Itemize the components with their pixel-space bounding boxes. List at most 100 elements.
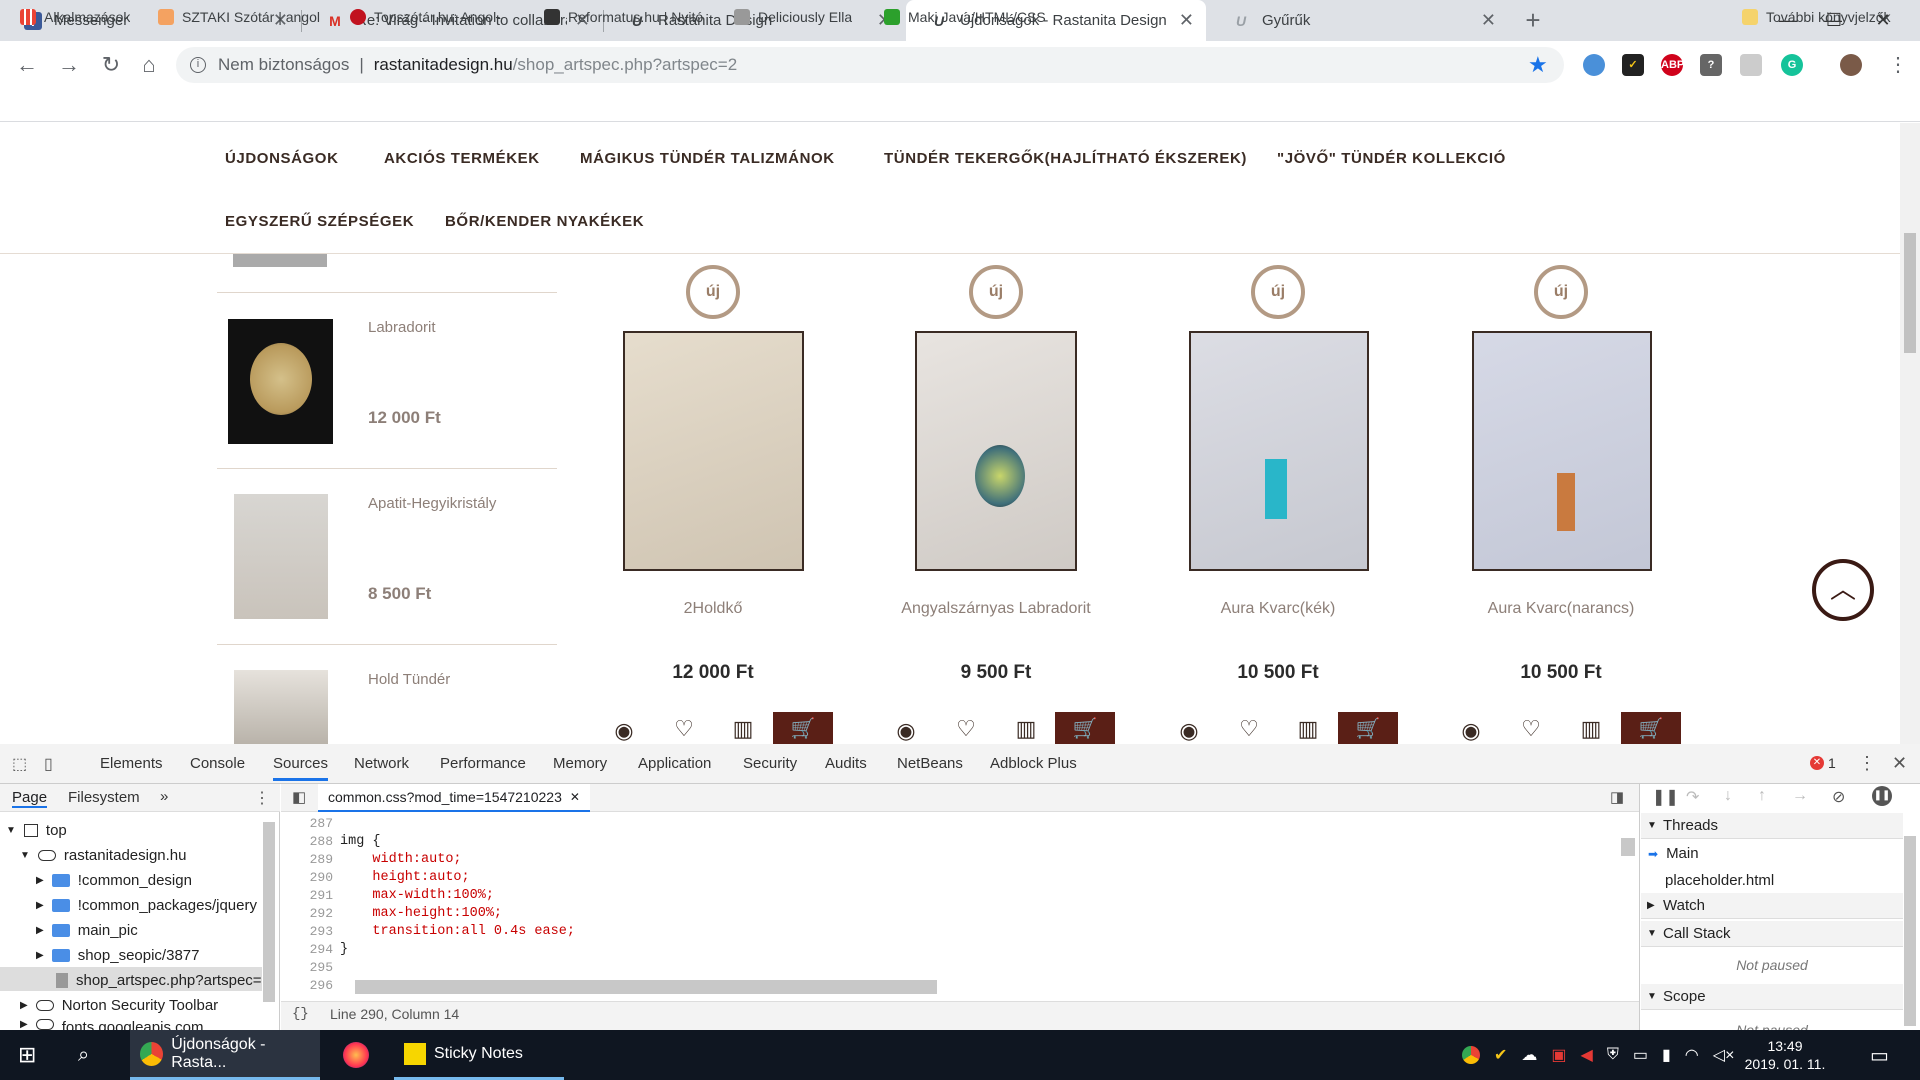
devtools-tab-security[interactable]: Security [743, 755, 797, 772]
step-into-icon[interactable]: ↓ [1724, 787, 1732, 805]
callstack-section-header[interactable]: ▼ Call Stack [1641, 921, 1903, 947]
sidebar-product-name[interactable]: Apatit-Hegyikristály [368, 495, 496, 512]
wifi-icon[interactable]: ◠ [1685, 1045, 1699, 1065]
error-counter[interactable]: ✕ 1 [1810, 755, 1836, 771]
add-to-cart-button[interactable]: 🛒 [773, 712, 833, 746]
product-image-aura-kek[interactable] [1189, 331, 1369, 571]
tree-item-fonts[interactable]: ▶ fonts.googleapis.com [20, 1019, 203, 1030]
battery-icon[interactable]: ▮ [1662, 1045, 1671, 1065]
sidebar-product-name[interactable]: Labradorit [368, 319, 436, 336]
record-icon[interactable]: ▣ [1551, 1045, 1566, 1065]
code-line[interactable]: img { [340, 834, 381, 849]
navigator-tab-filesystem[interactable]: Filesystem [68, 789, 140, 806]
tab-gyuruk[interactable]: U Gyűrűk ✕ [1208, 0, 1508, 41]
navigator-tab-page[interactable]: Page [12, 789, 48, 808]
navigator-menu-icon[interactable]: ⋮ [254, 788, 270, 808]
threads-section-header[interactable]: ▼ Threads [1641, 813, 1903, 839]
other-bookmarks[interactable]: További könyvjelzők [1742, 6, 1891, 28]
bookmark-star-icon[interactable]: ★ [1528, 52, 1548, 78]
editor-vscrollbar[interactable] [1621, 838, 1635, 856]
pause-exceptions-icon[interactable]: ❚❚ [1872, 786, 1892, 806]
taskbar-chrome[interactable]: Újdonságok - Rasta... [130, 1030, 320, 1080]
volume-icon[interactable]: ◁× [1713, 1045, 1735, 1065]
code-line[interactable]: transition:all 0.4s ease; [340, 924, 575, 939]
code-line[interactable]: width:auto; [340, 852, 461, 867]
nav-bor-kender[interactable]: BŐR/KENDER NYAKÉKEK [445, 213, 644, 230]
adblock-extension-icon[interactable]: ABP [1661, 54, 1684, 76]
sidebar-thumbnail[interactable] [234, 494, 328, 619]
add-to-cart-button[interactable]: 🛒 [1055, 712, 1115, 746]
nav-akcios[interactable]: AKCIÓS TERMÉKEK [384, 150, 540, 167]
compare-chart-icon[interactable]: ▥ [1576, 716, 1606, 742]
tree-item-folder[interactable]: ▶ main_pic [36, 922, 138, 939]
bookmark-reformatus[interactable]: Reformatus.hu | Nyitó [544, 6, 714, 28]
profile-avatar[interactable] [1840, 54, 1862, 76]
code-line[interactable]: max-width:100%; [340, 888, 494, 903]
start-button[interactable]: ⊞ [18, 1030, 36, 1080]
devtools-tab-application[interactable]: Application [638, 755, 711, 772]
devtools-tab-network[interactable]: Network [354, 755, 409, 772]
toggle-debugger-icon[interactable]: ◨ [1610, 788, 1624, 806]
watch-section-header[interactable]: ▶ Watch [1641, 893, 1903, 919]
device-toolbar-icon[interactable]: ▯ [44, 754, 53, 774]
info-icon[interactable]: i [190, 57, 206, 73]
product-image-aura-narancs[interactable] [1472, 331, 1652, 571]
pretty-print-icon[interactable]: {} [292, 1006, 309, 1022]
shield-extension-icon[interactable] [1740, 54, 1762, 76]
nav-tekergok[interactable]: TÜNDÉR TEKERGŐK(HAJLÍTHATÓ ÉKSZEREK) [884, 150, 1247, 167]
devtools-tab-audits[interactable]: Audits [825, 755, 867, 772]
chrome-tray-icon[interactable] [1462, 1046, 1480, 1064]
compare-chart-icon[interactable]: ▥ [1011, 716, 1041, 742]
devtools-tab-performance[interactable]: Performance [440, 755, 526, 772]
wishlist-heart-icon[interactable]: ♡ [669, 716, 699, 742]
navigator-more[interactable]: » [160, 788, 168, 805]
taskbar-firefox[interactable] [338, 1030, 374, 1080]
devtools-menu-icon[interactable]: ⋮ [1858, 753, 1876, 774]
product-name[interactable]: Angyalszárnyas Labradorit [866, 600, 1126, 618]
speaker-muted-icon[interactable]: ◀ [1581, 1045, 1593, 1065]
notifications-icon[interactable]: ▭ [1870, 1030, 1889, 1080]
tree-item-folder[interactable]: ▶ shop_seopic/3877 [36, 947, 199, 964]
wishlist-heart-icon[interactable]: ♡ [951, 716, 981, 742]
devtools-tab-elements[interactable]: Elements [100, 755, 163, 772]
nav-ujdonsagok[interactable]: ÚJDONSÁGOK [225, 150, 339, 167]
bookmark-deliciously-ella[interactable]: Deliciously Ella [734, 6, 852, 28]
tree-item-top[interactable]: ▼ top [6, 822, 67, 839]
scrollbar-thumb[interactable] [1904, 233, 1916, 353]
bookmark-sztaki[interactable]: SZTAKI Szótár | angol [158, 6, 328, 28]
tree-item-domain[interactable]: ▼ rastanitadesign.hu [20, 847, 187, 864]
view-eye-icon[interactable]: ◉ [891, 718, 921, 744]
product-image-2holdko[interactable] [623, 331, 804, 571]
wishlist-heart-icon[interactable]: ♡ [1234, 716, 1264, 742]
nav-magikus[interactable]: MÁGIKUS TÜNDÉR TALIZMÁNOK [580, 150, 835, 167]
editor-hscrollbar[interactable] [355, 980, 937, 994]
view-eye-icon[interactable]: ◉ [1174, 718, 1204, 744]
inspect-element-icon[interactable]: ⬚ [12, 754, 27, 774]
display-icon[interactable]: ▭ [1633, 1045, 1648, 1065]
code-line[interactable]: } [340, 942, 348, 957]
menu-icon[interactable]: ⋮ [1888, 52, 1908, 77]
view-eye-icon[interactable]: ◉ [609, 718, 639, 744]
tree-item-file[interactable]: shop_artspec.php?artspec=2 [56, 972, 262, 989]
editor-file-tab[interactable]: common.css?mod_time=1547210223 ✕ [318, 784, 590, 812]
tree-item-folder[interactable]: ▶ !common_packages/jquery [36, 897, 257, 914]
page-scrollbar[interactable] [1900, 123, 1920, 744]
security-shield-icon[interactable]: ⛨ [1607, 1046, 1619, 1064]
norton-tray-icon[interactable]: ✔ [1494, 1045, 1507, 1065]
grammarly-extension-icon[interactable]: G [1781, 54, 1803, 76]
step-icon[interactable]: → [1792, 787, 1808, 805]
devtools-close-icon[interactable]: ✕ [1892, 753, 1907, 774]
cloud-extension-icon[interactable] [1583, 54, 1605, 76]
new-tab-button[interactable]: + [1518, 6, 1548, 36]
help-extension-icon[interactable]: ? [1700, 54, 1722, 76]
close-icon[interactable]: ✕ [1179, 10, 1194, 31]
sidebar-product-name[interactable]: Hold Tündér [368, 671, 450, 688]
url-display[interactable]: i Nem biztonságos | rastanitadesign.hu /… [190, 55, 737, 75]
onedrive-icon[interactable]: ☁ [1521, 1045, 1537, 1065]
devtools-tab-adblock[interactable]: Adblock Plus [990, 755, 1077, 772]
sidebar-thumbnail[interactable] [234, 670, 328, 744]
thread-main[interactable]: ➡ Main [1648, 845, 1699, 862]
code-line[interactable]: height:auto; [340, 870, 469, 885]
scroll-to-top-button[interactable]: ︿ [1812, 559, 1874, 621]
devtools-tab-sources[interactable]: Sources [273, 755, 329, 781]
